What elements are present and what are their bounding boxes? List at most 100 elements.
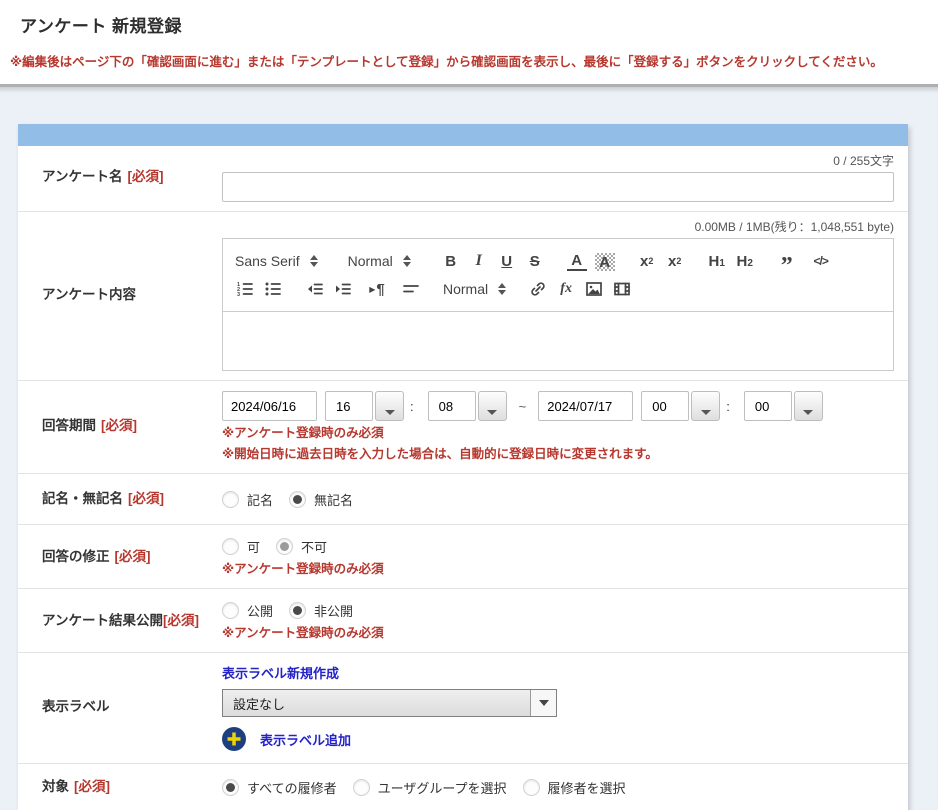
background-color-button[interactable]: A: [595, 253, 615, 271]
formula-button[interactable]: fx: [556, 278, 576, 300]
video-button[interactable]: [612, 278, 632, 300]
create-display-label-link[interactable]: 表示ラベル新規作成: [222, 666, 339, 681]
period-note-2: ※開始日時に過去日時を入力した場合は、自動的に登録日時に変更されます。: [222, 446, 894, 463]
main-content: アンケート名 [必須] 0 / 255文字 アンケート内容 0.00MB / 1…: [0, 93, 938, 810]
radio-all-students[interactable]: すべての履修者: [222, 778, 337, 797]
superscript-button[interactable]: x2: [665, 250, 685, 272]
link-button[interactable]: [528, 278, 548, 300]
radio-anonymous[interactable]: 無記名: [289, 490, 353, 509]
survey-name-input[interactable]: [222, 172, 894, 202]
svg-text:3: 3: [237, 292, 240, 298]
end-hour-combo: [641, 391, 720, 421]
size-picker-value: Normal: [443, 281, 488, 297]
radio-icon: [222, 602, 239, 619]
underline-button[interactable]: U: [497, 250, 517, 272]
rich-text-editor: Sans Serif Normal B I U S: [222, 238, 894, 371]
display-label-label-text: 表示ラベル: [42, 698, 110, 716]
size-picker[interactable]: Normal: [443, 281, 506, 297]
font-picker[interactable]: Sans Serif: [235, 253, 318, 269]
required-badge: [必須]: [115, 548, 151, 566]
image-button[interactable]: [584, 278, 604, 300]
strikethrough-button[interactable]: S: [525, 250, 545, 272]
survey-name-label-text: アンケート名: [42, 168, 122, 186]
start-date-input[interactable]: [222, 391, 317, 421]
radio-icon: [222, 491, 239, 508]
modification-note: ※アンケート登録時のみ必須: [222, 561, 894, 578]
start-hour-input[interactable]: [325, 391, 373, 421]
start-hour-combo: [325, 391, 404, 421]
radio-modification-allowed[interactable]: 可: [222, 537, 260, 556]
radio-selected-icon: [289, 491, 306, 508]
subscript-button[interactable]: x2: [637, 250, 657, 272]
blockquote-button[interactable]: ”: [777, 250, 797, 272]
radio-icon: [222, 538, 239, 555]
picker-arrows-icon: [403, 255, 411, 267]
header2-button[interactable]: H2: [735, 250, 755, 272]
outdent-button[interactable]: [305, 278, 325, 300]
radio-select-students[interactable]: 履修者を選択: [523, 778, 626, 797]
caret-down-icon: [385, 410, 395, 415]
required-badge: [必須]: [101, 417, 137, 435]
instruction-note: ※編集後はページ下の「確認画面に進む」または「テンプレートとして登録」から確認画…: [10, 51, 918, 70]
survey-name-label: アンケート名 [必須]: [42, 152, 222, 202]
form-row-display-label: 表示ラベル 表示ラベル新規作成 設定なし 表示ラベル追加: [18, 653, 908, 764]
caret-down-icon: [487, 410, 497, 415]
form-row-answer-modification: 回答の修正 [必須] 可 不可 ※アンケート登録時のみ必須: [18, 525, 908, 589]
survey-form-panel: アンケート名 [必須] 0 / 255文字 アンケート内容 0.00MB / 1…: [18, 124, 908, 810]
survey-content-label-text: アンケート内容: [42, 286, 136, 304]
caret-down-icon: [803, 410, 813, 415]
radio-named[interactable]: 記名: [222, 490, 273, 509]
end-date-input[interactable]: [538, 391, 633, 421]
bold-button[interactable]: B: [441, 250, 461, 272]
size-counter: 0.00MB / 1MB(残り：1,048,551 byte): [222, 218, 894, 235]
display-label-select[interactable]: 設定なし: [222, 689, 557, 717]
start-minute-input[interactable]: [428, 391, 476, 421]
publication-note: ※アンケート登録時のみ必須: [222, 625, 894, 642]
panel-header-bar: [18, 124, 908, 146]
add-display-label-button[interactable]: [222, 727, 246, 751]
text-direction-button[interactable]: ▶¶: [367, 278, 387, 300]
time-colon: :: [726, 399, 730, 414]
start-hour-dropdown-button[interactable]: [375, 391, 404, 421]
bullet-list-button[interactable]: [263, 278, 283, 300]
indent-button[interactable]: [333, 278, 353, 300]
radio-selected-icon: [276, 538, 293, 555]
radio-public[interactable]: 公開: [222, 601, 273, 620]
text-color-button[interactable]: A: [567, 253, 587, 271]
end-hour-dropdown-button[interactable]: [691, 391, 720, 421]
anonymity-label-text: 記名・無記名: [42, 490, 123, 508]
period-separator: ~: [519, 399, 527, 414]
radio-icon: [353, 779, 370, 796]
display-label-label: 表示ラベル: [42, 663, 222, 751]
page: アンケート 新規登録 ※編集後はページ下の「確認画面に進む」または「テンプレート…: [0, 0, 938, 810]
target-label-text: 対象: [42, 778, 69, 796]
content-editor-area[interactable]: [223, 312, 893, 370]
add-display-label-link[interactable]: 表示ラベル追加: [260, 730, 351, 749]
radio-user-group[interactable]: ユーザグループを選択: [353, 778, 507, 797]
radio-selected-icon: [222, 779, 239, 796]
end-hour-input[interactable]: [641, 391, 689, 421]
header1-button[interactable]: H1: [707, 250, 727, 272]
form-row-answer-period: 回答期間 [必須] :: [18, 381, 908, 474]
required-badge: [必須]: [127, 168, 163, 186]
radio-private[interactable]: 非公開: [289, 601, 353, 620]
start-minute-dropdown-button[interactable]: [478, 391, 507, 421]
time-colon: :: [410, 399, 414, 414]
select-arrow-button[interactable]: [530, 690, 556, 716]
form-row-result-publication: アンケート結果公開 [必須] 公開 非公開 ※アンケート登録: [18, 589, 908, 653]
page-title: アンケート 新規登録: [20, 12, 918, 37]
form-row-target: 対象 [必須] すべての履修者 ユーザグループを選択: [18, 764, 908, 810]
display-label-select-value: 設定なし: [223, 694, 530, 713]
end-minute-input[interactable]: [744, 391, 792, 421]
page-header: アンケート 新規登録 ※編集後はページ下の「確認画面に進む」または「テンプレート…: [0, 0, 938, 84]
heading-picker[interactable]: Normal: [348, 253, 411, 269]
code-block-button[interactable]: </>: [811, 250, 831, 272]
editor-toolbar: Sans Serif Normal B I U S: [223, 239, 893, 312]
radio-modification-not-allowed[interactable]: 不可: [276, 537, 327, 556]
end-minute-dropdown-button[interactable]: [794, 391, 823, 421]
font-picker-value: Sans Serif: [235, 253, 300, 269]
italic-button[interactable]: I: [469, 250, 489, 272]
heading-picker-value: Normal: [348, 253, 393, 269]
align-button[interactable]: [401, 278, 421, 300]
ordered-list-button[interactable]: 123: [235, 278, 255, 300]
